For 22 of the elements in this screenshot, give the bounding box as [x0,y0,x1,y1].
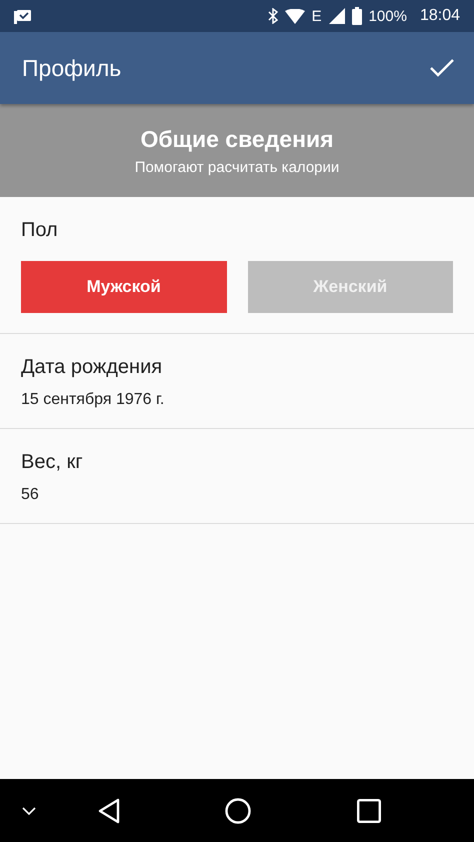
signal-icon [328,8,345,24]
wifi-icon [284,8,305,24]
clipboard-check-icon [14,8,32,24]
network-type: E [312,8,322,24]
field-label: Вес, кг [21,451,83,474]
chevron-down-icon[interactable] [22,806,36,814]
check-icon[interactable] [430,58,454,78]
field-label: Пол [21,219,58,242]
section-subtitle: Помогают расчитать калории [134,158,340,176]
bluetooth-icon [268,8,278,24]
gender-option[interactable]: Мужской [21,261,226,313]
battery-percent: 100% [368,8,407,24]
field-value[interactable]: 56 [21,486,39,504]
home-icon[interactable] [225,798,251,824]
battery-icon [352,7,362,25]
field-label: Дата рождения [21,356,162,379]
screen-title: Профиль [22,54,122,82]
recents-icon[interactable] [357,798,381,822]
field-value[interactable]: 15 сентября 1976 г. [21,391,164,409]
section-title: Общие сведения [140,126,334,152]
back-icon[interactable] [98,798,120,824]
clock: 18:04 [420,7,460,25]
